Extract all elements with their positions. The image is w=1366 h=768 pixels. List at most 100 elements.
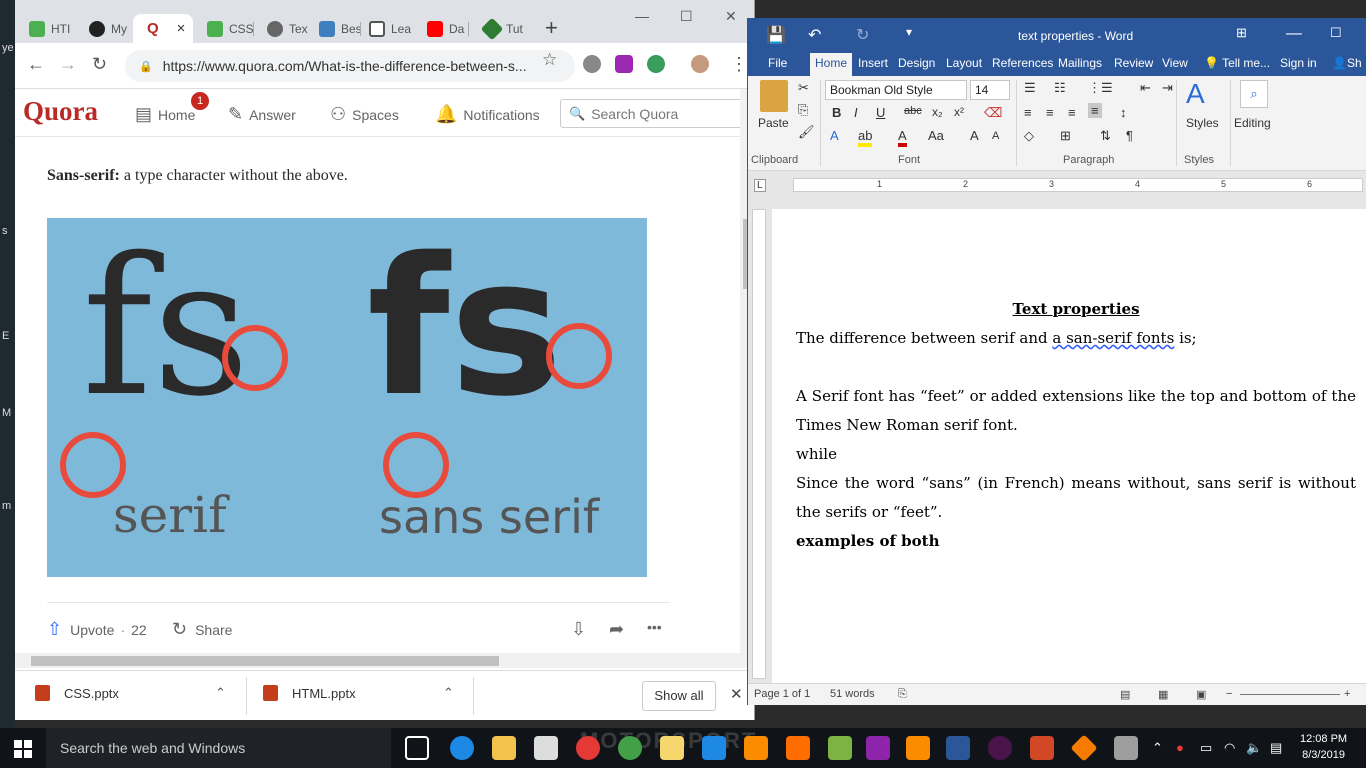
web-layout-icon[interactable]: ▣: [1196, 688, 1206, 701]
font-color-icon[interactable]: A: [898, 128, 907, 147]
search-input[interactable]: 🔍 Search Quora: [560, 99, 750, 128]
styles-button[interactable]: Styles: [1186, 116, 1219, 130]
horizontal-ruler[interactable]: L 1 2 3 4 5 6: [748, 171, 1366, 205]
increase-indent-icon[interactable]: ⇥: [1162, 80, 1173, 96]
phpstorm-icon[interactable]: [866, 736, 890, 760]
save-icon[interactable]: 💾: [766, 25, 786, 45]
undo-icon[interactable]: ↶: [808, 25, 821, 45]
shading-icon[interactable]: ◇: [1024, 128, 1034, 144]
extension-icon[interactable]: [583, 55, 601, 73]
maximize-button[interactable]: ☐: [1330, 25, 1342, 41]
powerpoint-icon[interactable]: [1030, 736, 1054, 760]
chevron-up-icon[interactable]: ⌃: [443, 685, 454, 701]
paste-icon[interactable]: [760, 80, 788, 112]
app-icon[interactable]: [786, 736, 810, 760]
tab-review[interactable]: Review: [1114, 56, 1153, 70]
tab-github[interactable]: My: [75, 14, 127, 43]
zoom-out-icon[interactable]: −: [1226, 688, 1232, 700]
justify-icon[interactable]: ≡: [1088, 103, 1102, 118]
superscript-button[interactable]: x²: [954, 105, 964, 119]
document-body[interactable]: Text properties The difference between s…: [796, 295, 1356, 556]
share-button[interactable]: ↻ Share: [172, 619, 232, 640]
minimize-button[interactable]: —: [635, 8, 649, 24]
extension-icon[interactable]: [647, 55, 665, 73]
app-icon[interactable]: [1114, 736, 1138, 760]
tab-mailings[interactable]: Mailings: [1058, 56, 1102, 70]
tab-file[interactable]: File: [768, 56, 787, 70]
store-icon[interactable]: [534, 736, 558, 760]
share-button[interactable]: 👤Sh: [1332, 56, 1362, 70]
tab-quora[interactable]: Q ×: [133, 14, 193, 43]
battery-icon[interactable]: ▭: [1200, 740, 1212, 756]
tab-view[interactable]: View: [1162, 56, 1188, 70]
edge-icon[interactable]: [450, 736, 474, 760]
minimize-button[interactable]: —: [1286, 25, 1302, 43]
tab-learn[interactable]: Lea: [355, 14, 411, 43]
tell-me-box[interactable]: 💡 Tell me...: [1204, 56, 1270, 70]
tab-references[interactable]: References: [992, 56, 1053, 70]
file-explorer-icon[interactable]: [492, 736, 516, 760]
cut-icon[interactable]: ✂: [798, 80, 809, 96]
tab-css[interactable]: CSS: [193, 14, 254, 43]
font-name-box[interactable]: Bookman Old Style: [825, 80, 967, 100]
chevron-up-icon[interactable]: ⌃: [1152, 740, 1163, 756]
proofing-icon[interactable]: ⎘: [898, 688, 907, 701]
notifications-icon[interactable]: ▤: [1270, 740, 1282, 756]
multilevel-list-icon[interactable]: ⋮☰: [1088, 80, 1113, 96]
show-marks-icon[interactable]: ¶: [1126, 128, 1133, 143]
wifi-icon[interactable]: ◠: [1224, 740, 1235, 756]
search-app-icon[interactable]: [744, 736, 768, 760]
extension-icon[interactable]: [615, 55, 633, 73]
downvote-button[interactable]: ⇩: [571, 619, 594, 640]
nav-answer[interactable]: ✎ Answer: [228, 104, 296, 125]
forward-share-button[interactable]: ➦: [609, 619, 632, 640]
tab-youtube[interactable]: Da: [413, 14, 464, 43]
download-item[interactable]: CSS.pptx ⌃: [35, 685, 226, 701]
paste-button[interactable]: Paste: [758, 116, 789, 130]
download-item[interactable]: HTML.pptx ⌃: [263, 685, 454, 701]
new-tab-button[interactable]: +: [545, 17, 558, 39]
opera-icon[interactable]: [576, 736, 600, 760]
maximize-button[interactable]: ☐: [680, 8, 693, 25]
line-spacing-icon[interactable]: ↕: [1120, 105, 1127, 120]
taskbar-search[interactable]: Search the web and Windows: [46, 728, 391, 768]
redo-icon[interactable]: ↻: [856, 25, 869, 45]
chrome-icon[interactable]: [618, 736, 642, 760]
show-all-button[interactable]: Show all: [642, 681, 716, 711]
customize-toolbar-icon[interactable]: ▾: [906, 25, 912, 39]
align-right-icon[interactable]: ≡: [1068, 105, 1076, 120]
tab-selector[interactable]: L: [754, 179, 766, 192]
nav-spaces[interactable]: ⚇ Spaces: [330, 104, 399, 125]
vscode-icon[interactable]: [702, 736, 726, 760]
tab-home[interactable]: Home: [810, 53, 853, 76]
address-bar[interactable]: 🔒 https://www.quora.com/What-is-the-diff…: [125, 50, 575, 82]
tab-design[interactable]: Design: [898, 56, 935, 70]
copy-icon[interactable]: ⎘: [798, 102, 808, 118]
scroll-thumb[interactable]: [31, 656, 499, 666]
sign-in-link[interactable]: Sign in: [1280, 56, 1317, 70]
font-size-box[interactable]: 14: [970, 80, 1010, 100]
word-icon[interactable]: [946, 736, 970, 760]
editing-button[interactable]: Editing: [1234, 116, 1271, 130]
find-icon[interactable]: ⌕: [1240, 80, 1268, 108]
chrome-menu-button[interactable]: ⋮: [730, 55, 748, 73]
forward-button[interactable]: →: [59, 55, 77, 73]
print-layout-icon[interactable]: ▦: [1158, 688, 1168, 701]
change-case-icon[interactable]: Aa: [928, 128, 944, 143]
tab-layout[interactable]: Layout: [946, 56, 982, 70]
volume-icon[interactable]: 🔈: [1246, 740, 1262, 756]
slack-icon[interactable]: [988, 736, 1012, 760]
upvote-button[interactable]: ⇧ Upvote · 22: [47, 619, 147, 640]
bookmark-star-icon[interactable]: ☆: [542, 50, 557, 70]
document-page[interactable]: Text properties The difference between s…: [772, 209, 1366, 685]
start-button[interactable]: [14, 740, 32, 758]
page-count[interactable]: Page 1 of 1: [754, 688, 810, 700]
more-button[interactable]: •••: [647, 619, 662, 635]
close-window-button[interactable]: ✕: [725, 8, 737, 25]
styles-icon[interactable]: A: [1186, 78, 1205, 110]
profile-avatar[interactable]: [691, 55, 709, 73]
nav-home[interactable]: ▤ Home: [135, 104, 195, 125]
bold-button[interactable]: B: [832, 105, 841, 120]
task-view-icon[interactable]: [405, 736, 429, 760]
tray-app-icon[interactable]: ●: [1176, 740, 1184, 755]
